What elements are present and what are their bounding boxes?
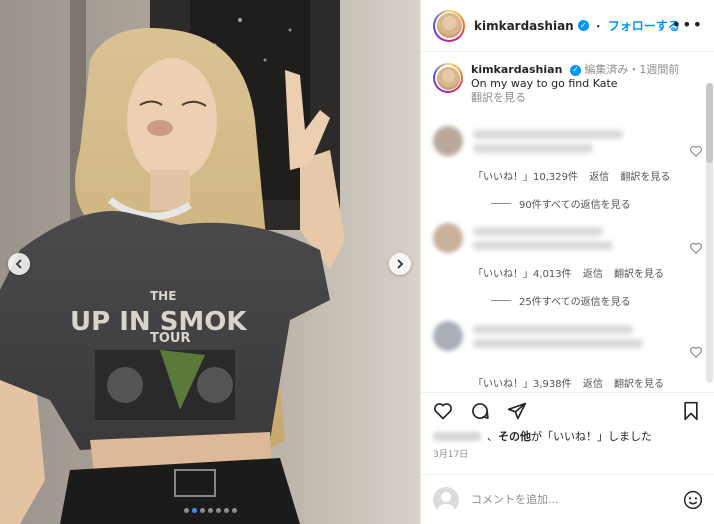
heart-icon[interactable] [689,241,703,255]
comment-meta: 「いいね！」3,938件 返信 翻訳を見る [473,375,672,390]
reply-link[interactable]: 返信 [589,172,609,183]
comment-text-blurred [473,325,633,334]
emoji-icon[interactable] [683,490,703,510]
header-username[interactable]: kimkardashian [474,19,574,33]
likes-suffix: が「いいね！」しました [531,430,652,443]
reply-link[interactable]: 返信 [583,269,603,280]
translate-link[interactable]: 翻訳を見る [614,269,664,280]
header-separator: ・ [592,19,604,33]
caption-separator: ・ [628,63,640,76]
pagination-dot [231,508,237,513]
heart-icon[interactable] [433,401,453,421]
comment-text-blurred [473,227,603,236]
caption: kimkardashian ✓ 編集済み・1週間前 On my way to g… [433,63,679,105]
likes-others-link[interactable]: その他 [498,428,531,444]
view-replies-label: 90件すべての返信を見る [519,200,631,211]
comment-avatar[interactable] [433,223,463,253]
scrollbar-thumb[interactable] [706,83,713,163]
comment-text-blurred [473,130,623,139]
comment-icon[interactable] [470,401,490,421]
svg-text:THE: THE [150,289,176,303]
comment-composer [421,474,714,524]
verified-icon: ✓ [577,20,589,31]
post-side-panel: kimkardashian ✓ ・ フォローする ••• kimkardashi… [420,0,714,524]
reply-link[interactable]: 返信 [583,379,603,390]
comment-item: 「いいね！」3,938件 返信 翻訳を見る [433,321,703,392]
pagination-dot [215,508,221,513]
caption-time[interactable]: 1週間前 [639,63,679,76]
caption-username[interactable]: kimkardashian [471,63,562,76]
translate-link[interactable]: 翻訳を見る [614,379,664,390]
post-photo: UP IN SMOK THE TOUR [0,0,420,524]
bookmark-icon[interactable] [681,401,701,421]
story-ring[interactable] [433,9,465,42]
current-user-avatar [433,486,459,513]
next-media-button[interactable] [389,253,411,275]
chevron-left-icon [15,259,22,269]
comment-text-blurred [473,339,643,348]
previous-media-button[interactable] [8,253,30,275]
heart-icon[interactable] [689,345,703,359]
comment-likes[interactable]: 「いいね！」4,013件 [473,269,572,280]
pagination-dot [207,508,213,513]
comment-avatar[interactable] [433,126,463,156]
comment-meta: 「いいね！」10,329件 返信 翻訳を見る [473,168,678,183]
comment-input[interactable] [471,493,671,506]
comment-item: 「いいね！」4,013件 返信 翻訳を見る 25件すべての返信を見る [433,223,703,313]
comments-section[interactable]: kimkardashian ✓ 編集済み・1週間前 On my way to g… [421,53,714,392]
view-replies-link[interactable]: 90件すべての返信を見る [491,196,631,211]
comment-text-blurred [473,144,593,153]
media-pagination-dots [0,508,420,513]
view-replies-label: 25件すべての返信を見る [519,297,631,308]
translate-link[interactable]: 翻訳を見る [620,172,670,183]
heart-icon[interactable] [689,144,703,158]
edited-label: 編集済み [584,63,629,76]
pagination-dot [199,508,205,513]
caption-story-ring[interactable] [433,63,463,93]
post-date[interactable]: 3月17日 [433,447,468,460]
post-media[interactable]: UP IN SMOK THE TOUR [0,0,420,524]
liker-name-blurred [433,431,481,441]
caption-translate-link[interactable]: 翻訳を見る [471,91,679,105]
view-replies-link[interactable]: 25件すべての返信を見る [491,293,631,308]
comment-meta: 「いいね！」4,013件 返信 翻訳を見る [473,265,672,280]
svg-text:TOUR: TOUR [150,331,191,346]
comment-avatar[interactable] [433,321,463,351]
action-bar [421,392,714,428]
post-header: kimkardashian ✓ ・ フォローする ••• [421,0,714,52]
avatar [436,66,460,90]
comment-text-blurred [473,241,613,250]
pagination-dot [223,508,229,513]
share-icon[interactable] [507,401,527,421]
comment-likes[interactable]: 「いいね！」3,938件 [473,379,572,390]
pagination-dot-active [191,508,197,513]
more-icon[interactable]: ••• [672,15,703,34]
avatar [436,13,462,38]
comment-likes[interactable]: 「いいね！」10,329件 [473,172,578,183]
chevron-right-icon [397,259,404,269]
likes-prefix: 、 [487,430,498,443]
follow-button[interactable]: フォローする [608,17,680,34]
pagination-dot [183,508,189,513]
comment-item: 「いいね！」10,329件 返信 翻訳を見る 90件すべての返信を見る [433,126,703,216]
likes-summary[interactable]: 、その他 が「いいね！」しました [433,428,652,444]
verified-icon: ✓ [569,64,581,76]
caption-text: On my way to go find Kate [471,77,618,90]
